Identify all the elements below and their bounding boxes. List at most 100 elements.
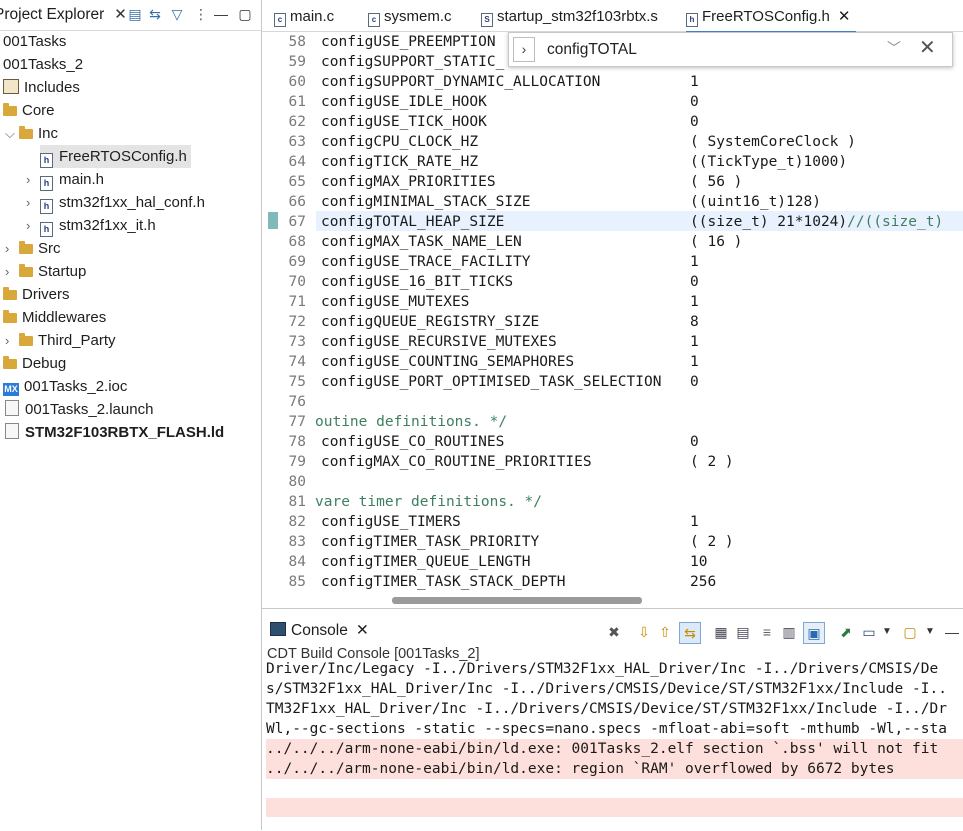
find-expand-toggle[interactable]: › [513,37,535,62]
tab-label: main.c [290,8,335,25]
config-macro-value: 1 [690,254,699,270]
config-macro-name: configUSE_TICK_HOOK [321,114,487,130]
tab-project-explorer[interactable]: Project Explorer ✕ [0,0,127,30]
project-explorer-panel: Project Explorer ✕ ▤ ⇆ ▽ ⋮ — ▢ 001Tasks 0… [0,0,262,830]
line-number: 76 [288,394,306,410]
tab-console[interactable]: Console ✕ [270,618,369,644]
tree-label: Drivers [22,286,70,303]
display-console-icon[interactable]: ▭ [859,622,879,642]
chevron-right-icon[interactable]: › [26,214,40,237]
scroll-lock-icon[interactable]: ▥ [779,622,799,642]
clear-console-icon[interactable]: ✖ [604,622,624,642]
chevron-down-icon[interactable]: ⌵ [5,122,19,145]
maximize-icon[interactable]: ▢ [235,4,255,24]
paste-icon[interactable]: ▤ [733,622,753,642]
tree-item-includes[interactable]: Includes [3,76,80,99]
tree-item-hal-conf-h[interactable]: › h stm32f1xx_hal_conf.h [26,191,205,214]
show-console-icon[interactable]: ▣ [803,622,825,644]
chevron-down-icon[interactable]: ▼ [877,622,897,642]
config-macro-value: 10 [690,554,708,570]
line-number: 79 [288,454,306,470]
tree-item-launch[interactable]: 001Tasks_2.launch [5,398,153,421]
close-icon[interactable]: ✕ [356,622,369,639]
tree-item-main-h[interactable]: › h main.h [26,168,104,191]
minimize-icon[interactable]: — [211,4,231,24]
console-line: Driver/Inc/Legacy -I../Drivers/STM32F1xx… [266,661,939,677]
filter-icon[interactable]: ▽ [167,4,187,24]
tree-item-linker-script[interactable]: STM32F103RBTX_FLASH.ld [5,421,224,444]
tree-item-src[interactable]: › Src [5,237,61,260]
tab-freertosconfig-h[interactable]: h FreeRTOSConfig.h ✕ [686,0,857,33]
chevron-right-icon[interactable]: › [5,260,19,283]
tree-item-startup[interactable]: › Startup [5,260,86,283]
link-editor-icon[interactable]: ⇆ [145,4,165,24]
chevron-down-icon[interactable]: ﹀ [887,38,901,58]
tree-item-inc[interactable]: ⌵ Inc [5,122,58,145]
tree-label: 001Tasks_2.launch [25,401,154,418]
code-comment: vare timer definitions. */ [315,494,542,510]
line-number: 82 [288,514,306,530]
copy-icon[interactable]: ▦ [711,622,731,642]
chevron-down-icon[interactable]: ▼ [920,622,940,642]
tree-item-ioc[interactable]: MX 001Tasks_2.ioc [3,375,127,398]
collapse-all-icon[interactable]: ▤ [125,4,145,24]
horizontal-scrollbar[interactable] [392,597,642,604]
next-error-icon[interactable]: ⇩ [634,622,654,642]
tab-startup-s[interactable]: Sstartup_stm32f103rbtx.s [481,0,658,31]
tree-item-drivers[interactable]: Drivers [3,283,70,306]
folder-icon [3,103,17,116]
word-wrap-icon[interactable]: ≡ [757,622,777,642]
chevron-right-icon[interactable]: › [5,237,19,260]
previous-error-icon[interactable]: ⇧ [655,622,675,642]
config-macro-value: ( 2 ) [690,534,734,550]
tree-label: STM32F103RBTX_FLASH.ld [25,424,225,441]
line-number: 84 [288,554,306,570]
pin-console-icon[interactable]: ⬈ [836,622,856,642]
link-icon[interactable]: ⇆ [679,622,701,644]
line-number: 78 [288,434,306,450]
project-explorer-tabbar: Project Explorer ✕ ▤ ⇆ ▽ ⋮ — ▢ [0,0,261,31]
asm-file-icon: S [481,13,493,27]
tab-main-c[interactable]: c main.c [274,0,334,31]
find-input[interactable] [545,38,849,62]
c-file-icon: c [274,13,286,27]
tree-item-debug[interactable]: Debug [3,352,66,375]
header-file-icon: h [40,176,53,191]
config-macro-name: configMINIMAL_STACK_SIZE [321,194,531,210]
config-macro-name: configUSE_MUTEXES [321,294,470,310]
config-macro-value: ((uint16_t)128) [690,194,821,210]
console-tabbar: Console ✕ ✖ ⇩ ⇧ ⇆ ▦ ▤ ≡ ▥ ▣ ⬈ ▭ ▼ ▢ ▼ — [262,614,963,644]
tree-item-001tasks[interactable]: 001Tasks [3,30,66,53]
minimize-icon[interactable]: — [942,622,962,642]
tree-item-middlewares[interactable]: Middlewares [3,306,106,329]
tree-item-third-party[interactable]: › Third_Party [5,329,116,352]
line-number: 63 [288,134,306,150]
config-macro-name: configUSE_PREEMPTION [321,34,496,50]
chevron-right-icon[interactable]: › [26,191,40,214]
config-macro-name: configUSE_PORT_OPTIMISED_TASK_SELECTION [321,374,662,390]
view-menu-icon[interactable]: ⋮ [191,4,211,24]
header-file-icon: h [40,199,53,214]
config-macro-name: configMAX_CO_ROUTINE_PRIORITIES [321,454,592,470]
config-macro-value: 1 [690,354,699,370]
tree-item-freertosconfig-h[interactable]: h FreeRTOSConfig.h [40,145,191,168]
close-icon[interactable]: ✕ [919,35,936,60]
line-number: 62 [288,114,306,130]
code-editor[interactable]: 58 59 60 61 62 63 64 65 66 67 68 69 70 71 72 73 74 75 76 77… [262,32,963,607]
close-icon[interactable]: ✕ [838,8,851,25]
config-macro-name: configTIMER_TASK_STACK_DEPTH [321,574,566,590]
tree-item-core[interactable]: Core [3,99,55,122]
tree-label: stm32f1xx_it.h [59,217,156,234]
config-macro-name: configSUPPORT_STATIC_ [321,54,505,70]
chevron-right-icon[interactable]: › [5,329,19,352]
config-macro-name: configUSE_CO_ROUTINES [321,434,505,450]
tab-sysmem-c[interactable]: c sysmem.c [368,0,452,31]
tree-item-it-h[interactable]: › h stm32f1xx_it.h [26,214,156,237]
header-file-icon: h [40,153,53,168]
code-comment: //((size_t) [847,214,944,230]
open-console-icon[interactable]: ▢ [900,622,920,642]
console-error-line: ../../../arm-none-eabi/bin/ld.exe: regio… [266,759,963,779]
chevron-right-icon[interactable]: › [26,168,40,191]
config-macro-value: 8 [690,314,699,330]
tree-item-001tasks-2[interactable]: 001Tasks_2 [3,53,83,76]
